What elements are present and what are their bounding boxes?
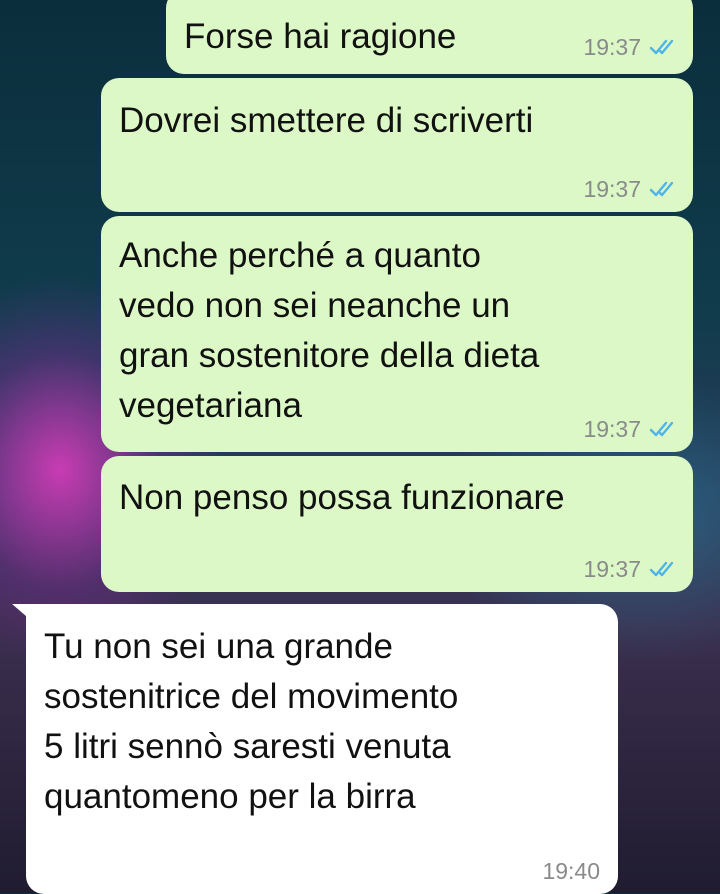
- message-time: 19:37: [583, 34, 641, 60]
- message-meta: 19:40: [542, 858, 600, 884]
- message-meta: 19:37: [583, 416, 679, 442]
- message-text: Tu non sei una grande sostenitrice del m…: [44, 627, 459, 816]
- outgoing-message[interactable]: Forse hai ragione 19:37: [166, 0, 693, 74]
- outgoing-message[interactable]: Dovrei smettere di scriverti 19:37: [101, 78, 693, 212]
- message-time: 19:37: [583, 176, 641, 202]
- message-time: 19:37: [583, 416, 641, 442]
- message-meta: 19:37: [583, 556, 679, 582]
- message-text: Anche perché a quanto vedo non sei neanc…: [119, 236, 540, 425]
- chat-message-list[interactable]: Forse hai ragione 19:37 Dovrei smettere …: [0, 0, 720, 894]
- outgoing-message[interactable]: Anche perché a quanto vedo non sei neanc…: [101, 216, 693, 452]
- message-text: Non penso possa funzionare: [119, 478, 565, 517]
- double-check-icon: [649, 421, 674, 437]
- message-time: 19:40: [542, 858, 600, 884]
- message-text: Dovrei smettere di scriverti: [119, 101, 534, 140]
- message-meta: 19:37: [583, 176, 679, 202]
- outgoing-message[interactable]: Non penso possa funzionare 19:37: [101, 456, 693, 592]
- message-time: 19:37: [583, 556, 641, 582]
- double-check-icon: [649, 181, 674, 197]
- double-check-icon: [649, 39, 674, 55]
- incoming-message[interactable]: Tu non sei una grande sostenitrice del m…: [26, 604, 618, 894]
- message-meta: 19:37: [583, 34, 679, 60]
- double-check-icon: [649, 561, 674, 577]
